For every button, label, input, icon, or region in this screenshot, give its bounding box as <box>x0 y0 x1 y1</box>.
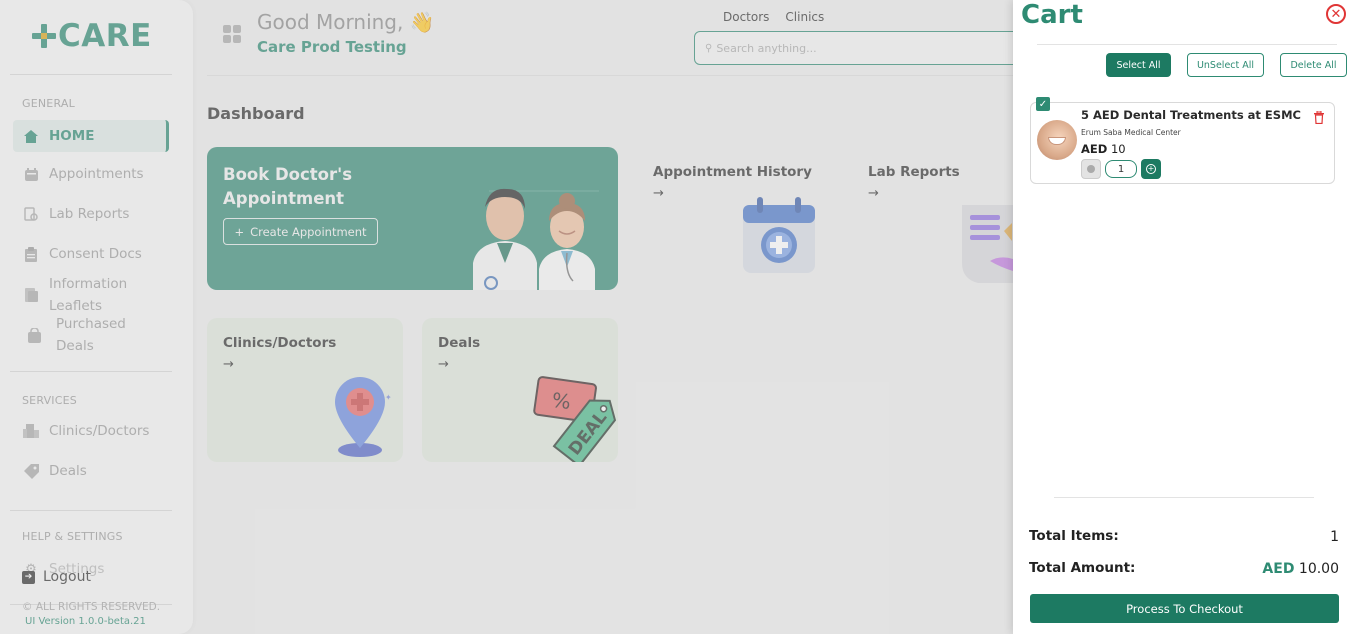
cart-title: Cart <box>1021 0 1083 30</box>
item-price-value: 10 <box>1110 142 1126 156</box>
total-amount: AED 10.00 <box>1262 561 1339 577</box>
item-price: AED 10 <box>1081 142 1126 156</box>
unselect-all-button[interactable]: UnSelect All <box>1187 53 1264 77</box>
close-icon[interactable]: ✕ <box>1326 4 1346 24</box>
select-all-button[interactable]: Select All <box>1106 53 1171 77</box>
total-items-label: Total Items: <box>1029 528 1119 544</box>
plus-icon: + <box>1146 164 1156 174</box>
trash-icon[interactable] <box>1313 111 1325 124</box>
item-currency: AED <box>1081 142 1108 156</box>
quantity-field[interactable]: 1 <box>1105 160 1137 178</box>
item-checkbox[interactable]: ✓ <box>1036 97 1050 111</box>
cart-item: 5 AED Dental Treatments at ESMC Erum Sab… <box>1030 102 1335 184</box>
quantity-increase-button[interactable]: + <box>1141 159 1161 179</box>
total-currency: AED <box>1262 561 1295 577</box>
total-amount-value: 10.00 <box>1298 561 1339 577</box>
checkout-button[interactable]: Process To Checkout <box>1030 594 1339 623</box>
cart-divider <box>1037 44 1337 45</box>
minus-icon <box>1087 165 1095 173</box>
modal-backdrop[interactable] <box>0 0 1013 634</box>
cart-panel: Cart ✕ Select All UnSelect All Delete Al… <box>1013 0 1352 634</box>
item-clinic: Erum Saba Medical Center <box>1081 128 1181 137</box>
delete-all-button[interactable]: Delete All <box>1280 53 1347 77</box>
cart-divider <box>1054 497 1314 498</box>
total-items-value: 1 <box>1330 529 1339 545</box>
quantity-decrease-button[interactable] <box>1081 159 1101 179</box>
item-name: 5 AED Dental Treatments at ESMC <box>1081 108 1301 122</box>
total-amount-label: Total Amount: <box>1029 560 1136 576</box>
